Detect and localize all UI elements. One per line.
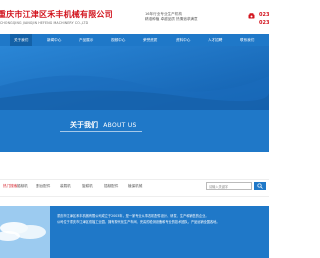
about-heading-divider <box>60 131 142 132</box>
company-name-en: CHONGQING JIANGJIN HEFENG MACHINERY CO.,… <box>0 21 89 25</box>
slogan-line-2: 精准种植 卓越品质 热情追求满意 <box>145 17 198 21</box>
nav-item-news[interactable]: 新闻中心 <box>47 34 61 46</box>
hot-search-item[interactable]: 插秧机 <box>17 184 28 189</box>
nav-item-about[interactable]: 关于我们 <box>10 34 33 46</box>
site-header: 重庆市江津区禾丰机械有限公司 CHONGQING JIANGJIN HEFENG… <box>0 0 269 34</box>
nav-item-contact[interactable]: 联系我们 <box>240 34 254 46</box>
about-description: 重庆市江津区禾丰机械有限公司成立于2003年，是一家专业从事农机配件设计、研发、… <box>57 213 267 225</box>
about-image <box>0 206 50 258</box>
about-text-line-2: 公司位于重庆市江津区双福工业园，拥有现代化生产车间、完善的检测设备和专业的技术团… <box>57 220 220 224</box>
hot-search-item[interactable]: 插秧配件 <box>104 184 118 189</box>
sky-image <box>0 206 50 258</box>
phone-number-1[interactable]: 023 <box>259 12 269 18</box>
nav-item-resources[interactable]: 资料中心 <box>176 34 190 46</box>
company-name[interactable]: 重庆市江津区禾丰机械有限公司 <box>0 9 113 20</box>
banner-graphic <box>0 46 269 110</box>
hero-banner <box>0 46 269 110</box>
phone-icon <box>248 13 255 19</box>
about-heading-zh: 关于我们 <box>70 121 98 129</box>
hot-search-item[interactable]: 装载机 <box>60 184 71 189</box>
main-nav: 关于我们 新闻中心 产品展示 视频中心 荣誉资质 资料中心 人才招聘 联系我们 <box>0 34 269 46</box>
nav-item-jobs[interactable]: 人才招聘 <box>208 34 222 46</box>
about-heading-en: ABOUT US <box>103 122 137 129</box>
about-heading: 关于我们 ABOUT US <box>70 120 137 130</box>
hot-search-item[interactable]: 割台配件 <box>36 184 50 189</box>
header-slogan: 16年行业专业生产机构 精准种植 卓越品质 热情追求满意 <box>145 12 198 22</box>
nav-item-honors[interactable]: 荣誉资质 <box>143 34 157 46</box>
hot-search-item[interactable]: 植保机械 <box>128 184 142 189</box>
search-icon <box>257 183 263 189</box>
phone-number-2[interactable]: 023 <box>259 20 269 26</box>
nav-item-products[interactable]: 产品展示 <box>79 34 93 46</box>
nav-item-video[interactable]: 视频中心 <box>111 34 125 46</box>
search-input[interactable]: 请输入关键字 <box>206 182 252 190</box>
hot-search-item[interactable]: 旋耕机 <box>82 184 93 189</box>
search-button[interactable] <box>254 182 266 190</box>
